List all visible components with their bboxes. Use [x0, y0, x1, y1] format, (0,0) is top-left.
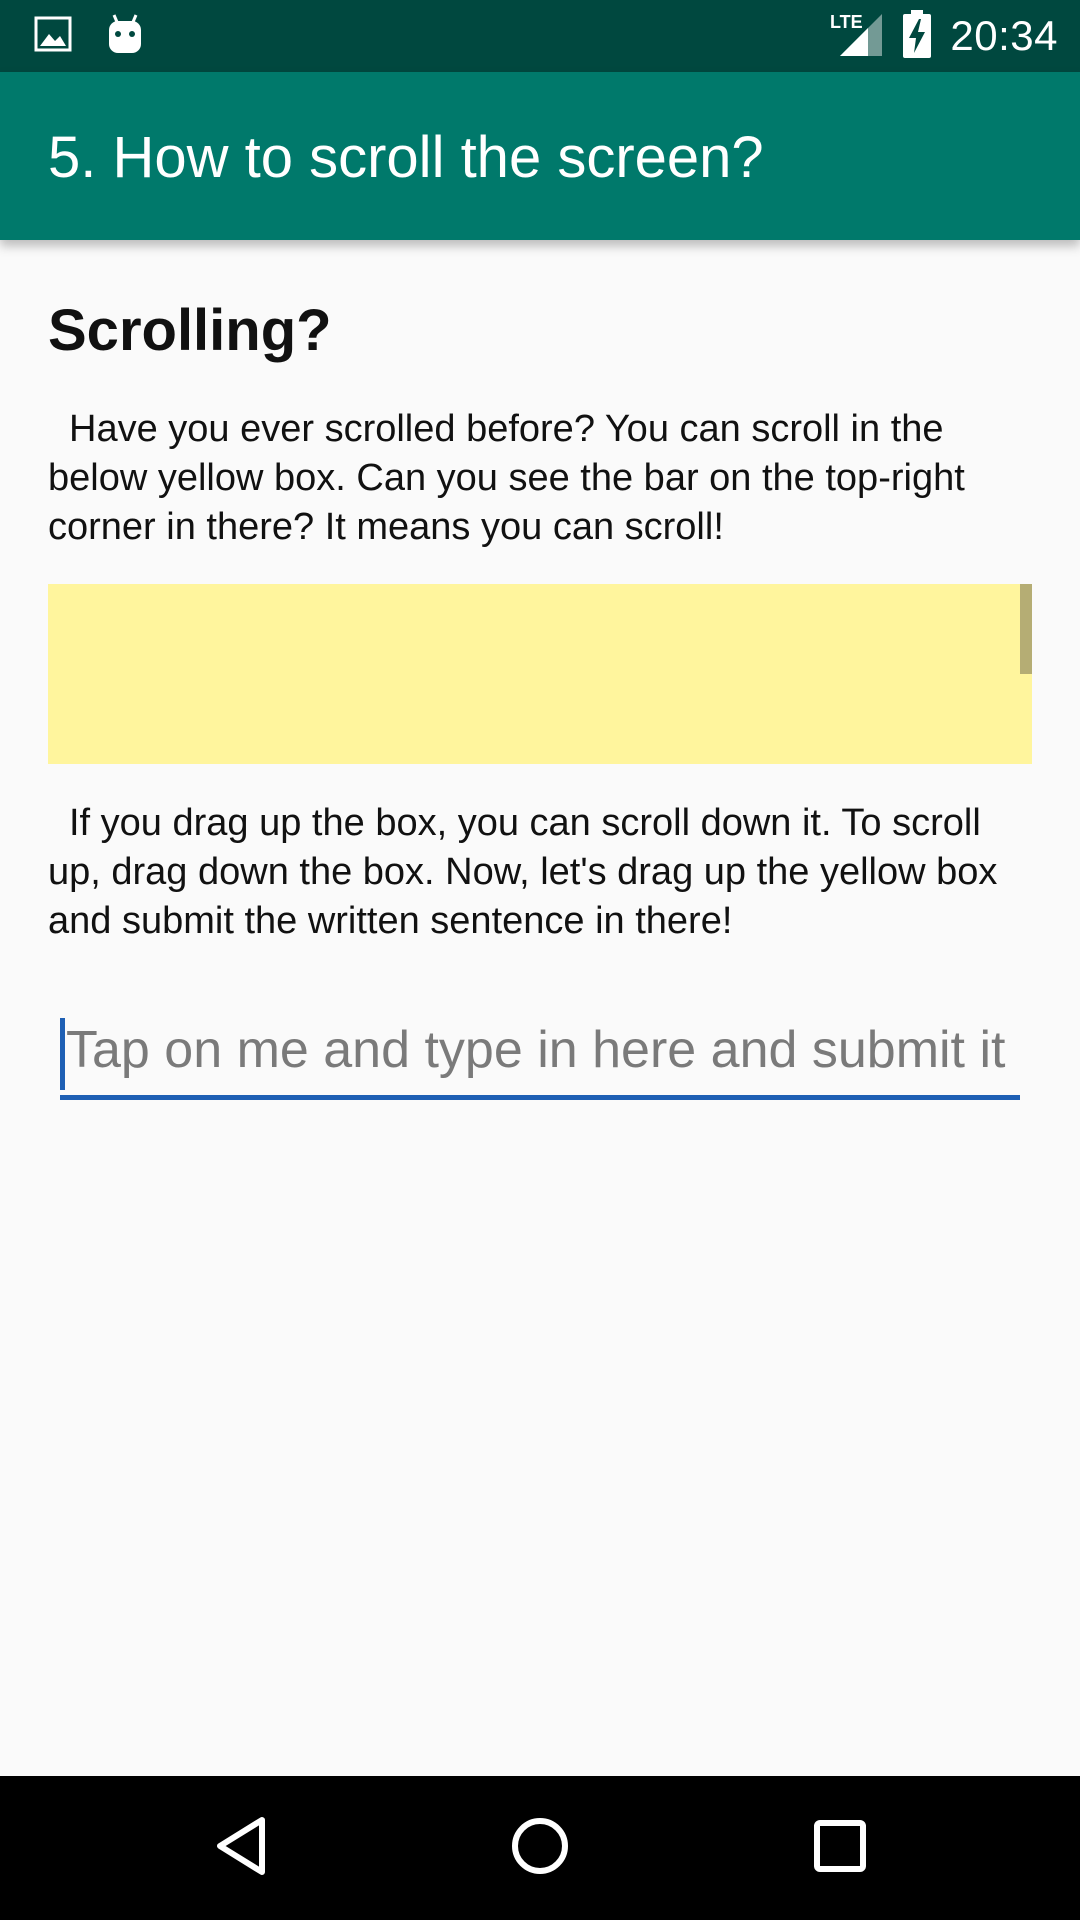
- status-time: 20:34: [950, 12, 1058, 59]
- back-button[interactable]: [205, 1812, 277, 1884]
- screen: LTE 20:34 5. How to scroll the screen? S…: [0, 0, 1080, 1920]
- scrollable-yellow-box[interactable]: [48, 584, 1032, 764]
- android-notification-icon: [106, 13, 144, 60]
- back-icon: [214, 1816, 268, 1881]
- section-heading: Scrolling?: [48, 298, 332, 363]
- app-bar: 5. How to scroll the screen?: [0, 72, 1080, 240]
- navigation-bar: [0, 1776, 1080, 1920]
- home-icon: [510, 1816, 570, 1881]
- image-notification-icon: [34, 16, 72, 57]
- text-cursor: [60, 1018, 65, 1090]
- instruction-paragraph: If you drag up the box, you can scroll d…: [48, 802, 998, 942]
- input-field-container: [60, 1010, 1020, 1100]
- home-button[interactable]: [504, 1812, 576, 1884]
- battery-charging-icon: [902, 9, 932, 63]
- sentence-input[interactable]: [60, 1010, 1020, 1090]
- input-underline: [60, 1095, 1020, 1100]
- status-bar: LTE 20:34: [0, 0, 1080, 72]
- lte-signal-icon: LTE: [828, 10, 884, 63]
- app-title: 5. How to scroll the screen?: [48, 125, 764, 190]
- intro-paragraph: Have you ever scrolled before? You can s…: [48, 408, 965, 548]
- recents-button[interactable]: [804, 1812, 876, 1884]
- scrollbar-indicator: [1020, 584, 1032, 674]
- recents-icon: [813, 1819, 867, 1878]
- svg-text:LTE: LTE: [830, 12, 863, 32]
